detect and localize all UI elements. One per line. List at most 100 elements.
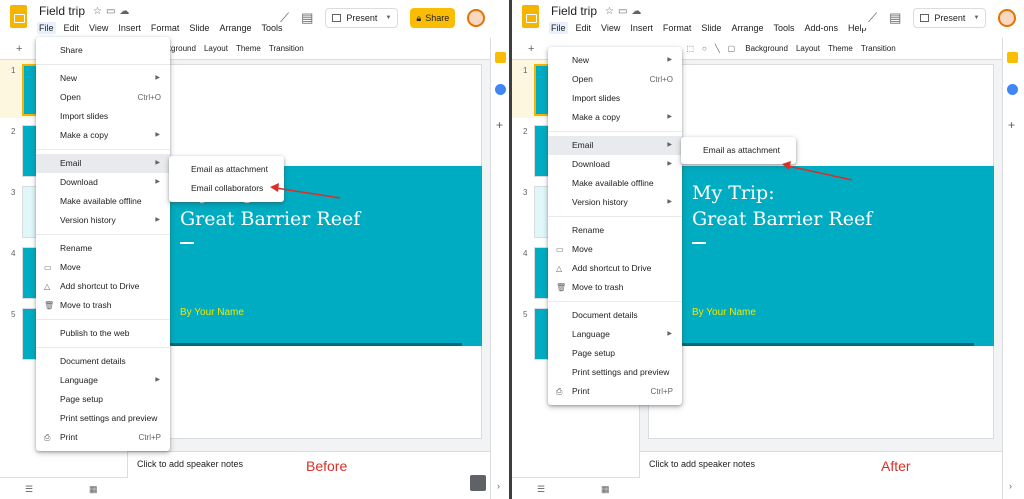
menu-item-version-history[interactable]: Version history ▶ — [36, 211, 170, 230]
activity-icon[interactable]: ⟋ — [280, 10, 289, 26]
present-button[interactable]: Present ▼ — [913, 8, 987, 28]
menu-item-print[interactable]: ⎙ Print Ctrl+P — [36, 428, 170, 447]
present-button[interactable]: Present ▼ — [325, 8, 399, 28]
menu-item-import-slides[interactable]: Import slides — [36, 107, 170, 126]
menu-item-new[interactable]: New ▶ — [36, 69, 170, 88]
slide-title[interactable]: My Trip:Great Barrier Reef — [692, 180, 872, 232]
theme-button[interactable]: Theme — [236, 44, 261, 53]
star-icon[interactable]: ☆ — [605, 6, 618, 17]
line-icon[interactable]: ╲ — [715, 44, 720, 53]
select-icon[interactable]: ⬚ — [686, 44, 694, 53]
menu-slide[interactable]: Slide — [699, 22, 723, 34]
menu-view[interactable]: View — [87, 22, 110, 34]
menu-item-share[interactable]: Share — [36, 41, 170, 60]
menu-item-add-shortcut-to-drive[interactable]: △ Add shortcut to Drive — [36, 277, 170, 296]
menu-format[interactable]: Format — [661, 22, 694, 34]
slides-logo-icon[interactable] — [522, 5, 539, 28]
collapse-panel-icon[interactable]: › — [497, 481, 500, 491]
chevron-down-icon[interactable]: ▼ — [973, 15, 979, 21]
speaker-notes[interactable]: Click to add speaker notes After — [640, 451, 1002, 499]
filmstrip-view-icon[interactable]: ☰ — [25, 484, 33, 495]
menu-item-open[interactable]: Open Ctrl+O — [548, 70, 682, 89]
explore-button[interactable] — [470, 475, 486, 491]
avatar[interactable] — [998, 9, 1017, 27]
menu-file[interactable]: File — [37, 22, 56, 34]
move-folder-icon[interactable]: ▭ — [618, 6, 631, 17]
menu-item-document-details[interactable]: Document details — [36, 352, 170, 371]
menu-slide[interactable]: Slide — [187, 22, 211, 34]
layout-button[interactable]: Layout — [204, 44, 228, 53]
menu-tools[interactable]: Tools — [771, 22, 796, 34]
submenu-item-email-as-attachment[interactable]: Email as attachment — [169, 160, 284, 179]
menu-addons[interactable]: Add-ons — [802, 22, 840, 34]
menu-item-rename[interactable]: Rename — [36, 239, 170, 258]
menu-item-move-to-trash[interactable]: 🗑︎ Move to trash — [36, 296, 170, 315]
chevron-down-icon[interactable]: ▼ — [385, 15, 391, 21]
speaker-notes[interactable]: Click to add speaker notes Before — [128, 451, 490, 499]
grid-view-icon[interactable]: ▦ — [89, 484, 98, 495]
activity-icon[interactable]: ⟋ — [868, 10, 877, 26]
grid-view-icon[interactable]: ▦ — [601, 484, 610, 495]
menu-item-publish-to-the-web[interactable]: Publish to the web — [36, 324, 170, 343]
comments-icon[interactable]: ▤ — [301, 10, 313, 26]
add-addon-icon[interactable]: + — [496, 118, 503, 132]
cloud-icon[interactable]: ☁ — [631, 6, 645, 17]
menu-item-make-a-copy[interactable]: Make a copy ▶ — [36, 126, 170, 145]
menu-item-print-settings-and-preview[interactable]: Print settings and preview — [548, 363, 682, 382]
move-folder-icon[interactable]: ▭ — [106, 6, 119, 17]
share-button[interactable]: 🔒︎ Share — [410, 8, 456, 28]
menu-insert[interactable]: Insert — [628, 22, 655, 34]
menu-item-new[interactable]: New ▶ — [548, 51, 682, 70]
menu-edit[interactable]: Edit — [62, 22, 82, 34]
menu-view[interactable]: View — [599, 22, 622, 34]
star-icon[interactable]: ☆ — [93, 6, 106, 17]
filmstrip-view-icon[interactable]: ☰ — [537, 484, 545, 495]
menu-arrange[interactable]: Arrange — [217, 22, 253, 34]
tasks-icon[interactable] — [1007, 84, 1018, 95]
title-icons[interactable]: ☆▭☁ — [93, 6, 133, 17]
menu-item-print[interactable]: ⎙ Print Ctrl+P — [548, 382, 682, 401]
document-title[interactable]: Field trip — [39, 4, 85, 18]
shape-icon[interactable]: ○ — [702, 44, 707, 53]
new-slide-icon[interactable]: + — [528, 43, 534, 55]
menu-item-print-settings-and-preview[interactable]: Print settings and preview — [36, 409, 170, 428]
theme-button[interactable]: Theme — [828, 44, 853, 53]
menu-insert[interactable]: Insert — [116, 22, 143, 34]
menu-item-move[interactable]: ▭ Move — [36, 258, 170, 277]
menu-edit[interactable]: Edit — [574, 22, 594, 34]
menu-item-page-setup[interactable]: Page setup — [36, 390, 170, 409]
document-title[interactable]: Field trip — [551, 4, 597, 18]
new-slide-icon[interactable]: + — [16, 43, 22, 55]
menu-item-move-to-trash[interactable]: 🗑︎ Move to trash — [548, 278, 682, 297]
avatar[interactable] — [467, 9, 486, 27]
menu-item-import-slides[interactable]: Import slides — [548, 89, 682, 108]
comment-add-icon[interactable]: ▢ — [728, 44, 736, 53]
slide-subtitle[interactable]: By Your Name — [180, 307, 244, 318]
menu-item-open[interactable]: Open Ctrl+O — [36, 88, 170, 107]
menu-item-email[interactable]: Email ▶ — [548, 136, 682, 155]
menu-item-language[interactable]: Language ▶ — [36, 371, 170, 390]
slide-subtitle[interactable]: By Your Name — [692, 307, 756, 318]
menu-item-version-history[interactable]: Version history ▶ — [548, 193, 682, 212]
menu-item-make-available-offline[interactable]: Make available offline — [36, 192, 170, 211]
collapse-panel-icon[interactable]: › — [1009, 481, 1012, 491]
add-addon-icon[interactable]: + — [1008, 118, 1015, 132]
cloud-icon[interactable]: ☁ — [119, 6, 133, 17]
title-icons[interactable]: ☆▭☁ — [605, 6, 645, 17]
menu-item-document-details[interactable]: Document details — [548, 306, 682, 325]
menu-item-page-setup[interactable]: Page setup — [548, 344, 682, 363]
transition-button[interactable]: Transition — [861, 44, 896, 53]
keep-icon[interactable] — [495, 52, 506, 63]
layout-button[interactable]: Layout — [796, 44, 820, 53]
menu-item-download[interactable]: Download ▶ — [36, 173, 170, 192]
menu-item-make-a-copy[interactable]: Make a copy ▶ — [548, 108, 682, 127]
menu-item-rename[interactable]: Rename — [548, 221, 682, 240]
menu-format[interactable]: Format — [149, 22, 182, 34]
keep-icon[interactable] — [1007, 52, 1018, 63]
menu-item-email[interactable]: Email ▶ — [36, 154, 170, 173]
tasks-icon[interactable] — [495, 84, 506, 95]
menu-item-language[interactable]: Language ▶ — [548, 325, 682, 344]
menu-item-add-shortcut-to-drive[interactable]: △ Add shortcut to Drive — [548, 259, 682, 278]
menu-item-make-available-offline[interactable]: Make available offline — [548, 174, 682, 193]
transition-button[interactable]: Transition — [269, 44, 304, 53]
